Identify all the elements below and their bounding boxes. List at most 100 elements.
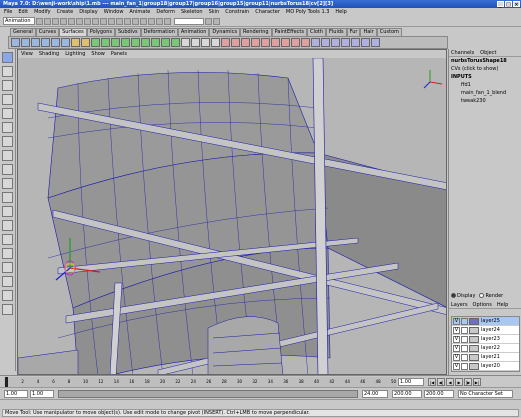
nurbs-sphere-icon[interactable]	[11, 38, 20, 47]
play-backward-icon[interactable]: ◀	[446, 378, 454, 386]
shelf-tab-cloth[interactable]: Cloth	[306, 28, 327, 36]
layer-color-swatch[interactable]	[469, 344, 479, 352]
visibility-toggle[interactable]: V	[453, 362, 460, 370]
animation-end-field[interactable]: 200.00	[392, 390, 422, 398]
menu-help[interactable]: Help	[335, 9, 346, 15]
shelf-tab-curves[interactable]: Curves	[35, 28, 60, 36]
help-menu[interactable]: Help	[497, 302, 508, 308]
layer-color-swatch[interactable]	[469, 317, 479, 325]
snap-grid-icon[interactable]	[116, 17, 123, 25]
project-curve-icon[interactable]	[191, 38, 200, 47]
visibility-toggle[interactable]: V	[453, 344, 460, 352]
current-time-marker[interactable]	[5, 377, 8, 387]
playback-toggle[interactable]	[461, 362, 468, 370]
layer-color-swatch[interactable]	[469, 335, 479, 343]
layer-row[interactable]: Vlayer24	[452, 326, 519, 335]
render-icon[interactable]	[148, 17, 155, 25]
character-set-dropdown[interactable]: No Character Set	[458, 390, 513, 398]
nurbs-square-icon[interactable]	[81, 38, 90, 47]
untrim-icon[interactable]	[211, 38, 220, 47]
playback-toggle[interactable]	[461, 344, 468, 352]
select-tool-icon[interactable]	[2, 52, 13, 63]
render-layers-radio[interactable]: Render	[479, 293, 503, 299]
time-slider[interactable]: 1246810121416182022242628303234363840424…	[0, 375, 521, 387]
single-perspective-layout-icon[interactable]	[2, 164, 13, 175]
nurbs-cube-icon[interactable]	[21, 38, 30, 47]
select-by-component-icon[interactable]	[76, 17, 83, 25]
menu-animate[interactable]: Animate	[129, 9, 150, 15]
play-forward-icon[interactable]: ▶	[455, 378, 463, 386]
menu-skeleton[interactable]: Skeleton	[181, 9, 203, 15]
planar-icon[interactable]	[111, 38, 120, 47]
shelf-tab-rendering[interactable]: Rendering	[240, 28, 272, 36]
menu-edit[interactable]: Edit	[18, 9, 28, 15]
viewport-menu-view[interactable]: View	[21, 51, 33, 57]
last-tool-icon[interactable]	[2, 150, 13, 161]
move-tool-icon[interactable]	[2, 94, 13, 105]
panel-layout-icon[interactable]	[2, 290, 13, 301]
options-menu[interactable]: Options	[473, 302, 492, 308]
circular-fillet-icon[interactable]	[341, 38, 350, 47]
step-back-icon[interactable]: ◀|	[437, 378, 445, 386]
shelf-tab-surfaces[interactable]: Surfaces	[59, 28, 87, 36]
detach-surfaces-icon[interactable]	[231, 38, 240, 47]
extra-layout-icon[interactable]	[2, 276, 13, 287]
extend-surface-icon[interactable]	[251, 38, 260, 47]
scale-tool-icon[interactable]	[2, 122, 13, 133]
snap-curve-icon[interactable]	[124, 17, 131, 25]
rebuild-surface-icon[interactable]	[271, 38, 280, 47]
mask-face-icon[interactable]	[100, 17, 107, 25]
revolve-icon[interactable]	[91, 38, 100, 47]
shelf-tab-dynamics[interactable]: Dynamics	[209, 28, 241, 36]
open-scene-icon[interactable]	[44, 17, 51, 25]
visibility-toggle[interactable]: V	[453, 335, 460, 343]
manipulator-tool-icon[interactable]	[2, 136, 13, 147]
layer-row[interactable]: Vlayer22	[452, 344, 519, 353]
menu-constrain[interactable]: Constrain	[225, 9, 249, 15]
layer-row[interactable]: Vlayer25	[452, 317, 519, 326]
playback-toggle[interactable]	[461, 335, 468, 343]
input-node[interactable]: main_fan_1_blend	[449, 89, 521, 97]
viewport-menu-lighting[interactable]: Lighting	[65, 51, 85, 57]
shelf-tab-painteffects[interactable]: PaintEffects	[271, 28, 307, 36]
render-globals-icon[interactable]	[164, 17, 171, 25]
range-slider[interactable]	[58, 390, 358, 398]
persp-outliner-layout-icon[interactable]	[2, 192, 13, 203]
quick-select-field[interactable]	[174, 17, 204, 25]
display-layers-radio[interactable]: Display	[451, 293, 475, 299]
nurbs-plane-icon[interactable]	[51, 38, 60, 47]
stitch-icon[interactable]	[301, 38, 310, 47]
rotate-tool-icon[interactable]	[2, 108, 13, 119]
show-attribute-editor-icon[interactable]	[205, 17, 212, 25]
ipr-render-icon[interactable]	[156, 17, 163, 25]
layer-color-swatch[interactable]	[469, 353, 479, 361]
visibility-toggle[interactable]: V	[453, 326, 460, 334]
playback-toggle[interactable]	[461, 317, 468, 325]
visibility-toggle[interactable]: V	[453, 353, 460, 361]
shelf-tab-general[interactable]: General	[10, 28, 36, 36]
close-surface-icon[interactable]	[291, 38, 300, 47]
fillet-icon[interactable]	[331, 38, 340, 47]
time-ticks[interactable]: 1246810121416182022242628303234363840424…	[4, 377, 397, 387]
select-by-hierarchy-icon[interactable]	[60, 17, 67, 25]
history-icon[interactable]	[140, 17, 147, 25]
custom-layout-icon[interactable]	[2, 262, 13, 273]
shelf-tab-subdivs[interactable]: Subdivs	[115, 28, 141, 36]
fillet-blend-icon[interactable]	[361, 38, 370, 47]
step-forward-icon[interactable]: |▶	[464, 378, 472, 386]
intersect-icon[interactable]	[181, 38, 190, 47]
channels-menu[interactable]: Channels	[451, 50, 474, 56]
menu-mo-poly-tools[interactable]: MO Poly Tools 1.3	[286, 9, 330, 15]
menu-set-dropdown[interactable]: Animation	[3, 17, 35, 25]
playback-end-field[interactable]: 24.00	[362, 390, 388, 398]
mask-edge-icon[interactable]	[92, 17, 99, 25]
layer-row[interactable]: Vlayer21	[452, 353, 519, 362]
minimize-button[interactable]: _	[497, 1, 504, 8]
three-view-layout-icon[interactable]	[2, 248, 13, 259]
go-to-start-icon[interactable]: |◀	[428, 378, 436, 386]
paint-select-icon[interactable]	[2, 80, 13, 91]
menu-character[interactable]: Character	[255, 9, 280, 15]
shelf-tab-deformation[interactable]: Deformation	[140, 28, 178, 36]
current-frame-field[interactable]: 1.00	[398, 378, 424, 386]
reverse-surface-icon[interactable]	[281, 38, 290, 47]
